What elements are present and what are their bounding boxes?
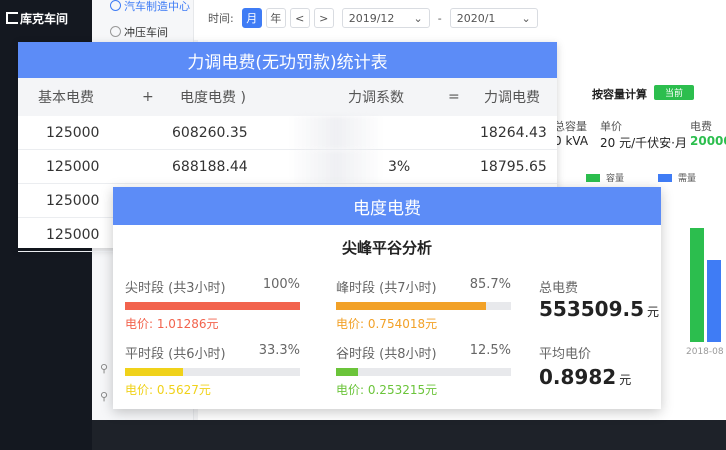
legend-capacity-swatch xyxy=(586,174,600,182)
sidebar-item-stamping[interactable]: 冲压车间 xyxy=(110,24,168,40)
total-fee-value: 553509.5 元 xyxy=(539,297,660,321)
start-date-select[interactable]: 2019/12 ⌄ xyxy=(341,8,430,28)
table-row: 125000 608260.35 18264.43 xyxy=(18,116,557,150)
end-date-select[interactable]: 2020/1 ⌄ xyxy=(449,8,538,28)
chevron-down-icon: ⌄ xyxy=(521,11,531,25)
segment-price: 电价: 0.253215元 xyxy=(336,383,438,397)
segment-flat: 平时段 (共6小时) 33.3% 电价: 0.5627元 xyxy=(125,343,300,397)
energy-card-title: 电度电费 xyxy=(113,187,661,225)
unit-price-value: 20 元/千伏安·月 xyxy=(600,136,687,150)
progress-fill xyxy=(125,368,184,376)
segment-valley: 谷时段 (共8小时) 12.5% 电价: 0.253215元 xyxy=(336,343,511,397)
chart-bar-capacity xyxy=(690,228,704,342)
analysis-subtitle: 尖峰平谷分析 xyxy=(341,239,432,257)
segment-price: 电价: 0.5627元 xyxy=(125,383,211,397)
progress-fill xyxy=(336,302,486,310)
time-filter: 时间: 月 年 < > 2019/12 ⌄ - 2020/1 ⌄ xyxy=(208,0,546,36)
chevron-down-icon: ⌄ xyxy=(413,11,423,25)
header-equals: = xyxy=(448,89,460,105)
segment-price: 电价: 0.754018元 xyxy=(336,317,438,331)
total-fee-label: 总电费 xyxy=(539,281,579,296)
chart-axis-date: 2018-08 xyxy=(686,347,724,357)
header-basic-fee: 基本电费 xyxy=(38,90,94,106)
header-plus: + xyxy=(142,89,154,105)
month-button[interactable]: 月 xyxy=(241,8,262,28)
segment-price: 电价: 1.01286元 xyxy=(125,317,219,331)
legend-demand-label: 需量 xyxy=(678,174,697,184)
legend-demand-swatch xyxy=(658,174,672,182)
capacity-value: 0 kVA xyxy=(554,134,589,148)
next-button[interactable]: > xyxy=(313,8,334,28)
brand-logo[interactable]: 库克车间 xyxy=(6,10,68,27)
table-card-title: 力调电费(无功罚款)统计表 xyxy=(18,42,557,78)
header-energy-fee: 电度电费 ) xyxy=(180,90,246,106)
header-factor: 力调系数 xyxy=(348,90,404,106)
header-pf-fee: 力调电费 xyxy=(484,90,540,106)
year-button[interactable]: 年 xyxy=(265,8,286,28)
current-badge[interactable]: 当前 xyxy=(654,85,694,100)
capacity-label: 总容量 xyxy=(554,120,587,133)
time-label: 时间: xyxy=(208,12,234,25)
segment-peak: 峰时段 (共7小时) 85.7% 电价: 0.754018元 xyxy=(336,277,511,331)
pin-icon[interactable]: ⚲ xyxy=(100,390,110,403)
location-icon xyxy=(110,0,121,11)
bottom-frame xyxy=(92,420,726,450)
fee-value: 20000 xyxy=(690,134,726,148)
progress-fill xyxy=(125,302,300,310)
chart-bar-demand xyxy=(707,260,721,342)
blur-mask xyxy=(288,150,384,183)
prev-button[interactable]: < xyxy=(289,8,310,28)
energy-fee-card: 电度电费 尖峰平谷分析 尖时段 (共3小时) 100% 电价: 1.01286元 … xyxy=(113,187,661,409)
location-icon xyxy=(110,26,121,37)
sidebar-item-auto-center[interactable]: 汽车制造中心 xyxy=(110,0,190,14)
avg-price-value: 0.8982 元 xyxy=(539,365,632,389)
logo-icon xyxy=(6,12,18,24)
unit-price-label: 单价 xyxy=(600,120,622,133)
blur-mask xyxy=(288,116,384,149)
pin-icon[interactable]: ⚲ xyxy=(100,362,110,375)
calc-mode-label: 按容量计算 xyxy=(592,88,647,101)
progress-fill xyxy=(336,368,358,376)
table-row: 125000 688188.44 3% 18795.65 xyxy=(18,150,557,184)
legend-capacity-label: 容量 xyxy=(606,174,625,184)
avg-price-label: 平均电价 xyxy=(539,347,592,362)
date-separator: - xyxy=(437,11,442,25)
fee-label: 电费 xyxy=(690,120,712,133)
segment-sharp: 尖时段 (共3小时) 100% 电价: 1.01286元 xyxy=(125,277,300,331)
table-header: 基本电费 + 电度电费 ) 力调系数 = 力调电费 xyxy=(18,78,557,116)
